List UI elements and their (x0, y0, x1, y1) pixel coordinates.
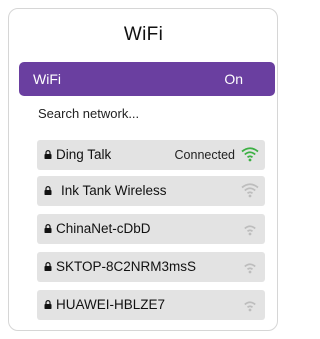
lock-icon (44, 262, 52, 271)
lock-icon (44, 150, 52, 159)
network-name: ChinaNet-cDbD (56, 221, 151, 236)
network-row-ink-tank-wireless[interactable]: Ink Tank Wireless (37, 176, 265, 206)
network-row-sktop[interactable]: SKTOP-8C2NRM3msS (37, 252, 265, 282)
network-row-ding-talk[interactable]: Ding Talk Connected (37, 140, 265, 170)
lock-icon (44, 300, 52, 309)
wifi-toggle-label: WiFi (33, 71, 61, 87)
network-name: SKTOP-8C2NRM3msS (56, 259, 197, 274)
wifi-toggle-state: On (224, 71, 243, 87)
network-row-huawei[interactable]: HUAWEI-HBLZE7 (37, 290, 265, 320)
connection-status: Connected (174, 148, 235, 162)
network-name: Ink Tank Wireless (61, 183, 167, 198)
wifi-signal-full-icon (241, 147, 259, 162)
wifi-signal-icon (241, 183, 259, 198)
wifi-signal-icon (244, 263, 256, 274)
network-name: Ding Talk (56, 147, 112, 162)
lock-icon (44, 186, 52, 195)
lock-icon (44, 224, 52, 233)
search-network-link[interactable]: Search network... (38, 106, 139, 121)
wifi-signal-icon (244, 301, 256, 312)
network-name: HUAWEI-HBLZE7 (56, 297, 166, 312)
network-row-chinanet[interactable]: ChinaNet-cDbD (37, 214, 265, 244)
wifi-signal-icon (244, 225, 256, 236)
wifi-toggle-bar[interactable]: WiFi On (19, 62, 275, 96)
page-title: WiFi (123, 24, 164, 45)
